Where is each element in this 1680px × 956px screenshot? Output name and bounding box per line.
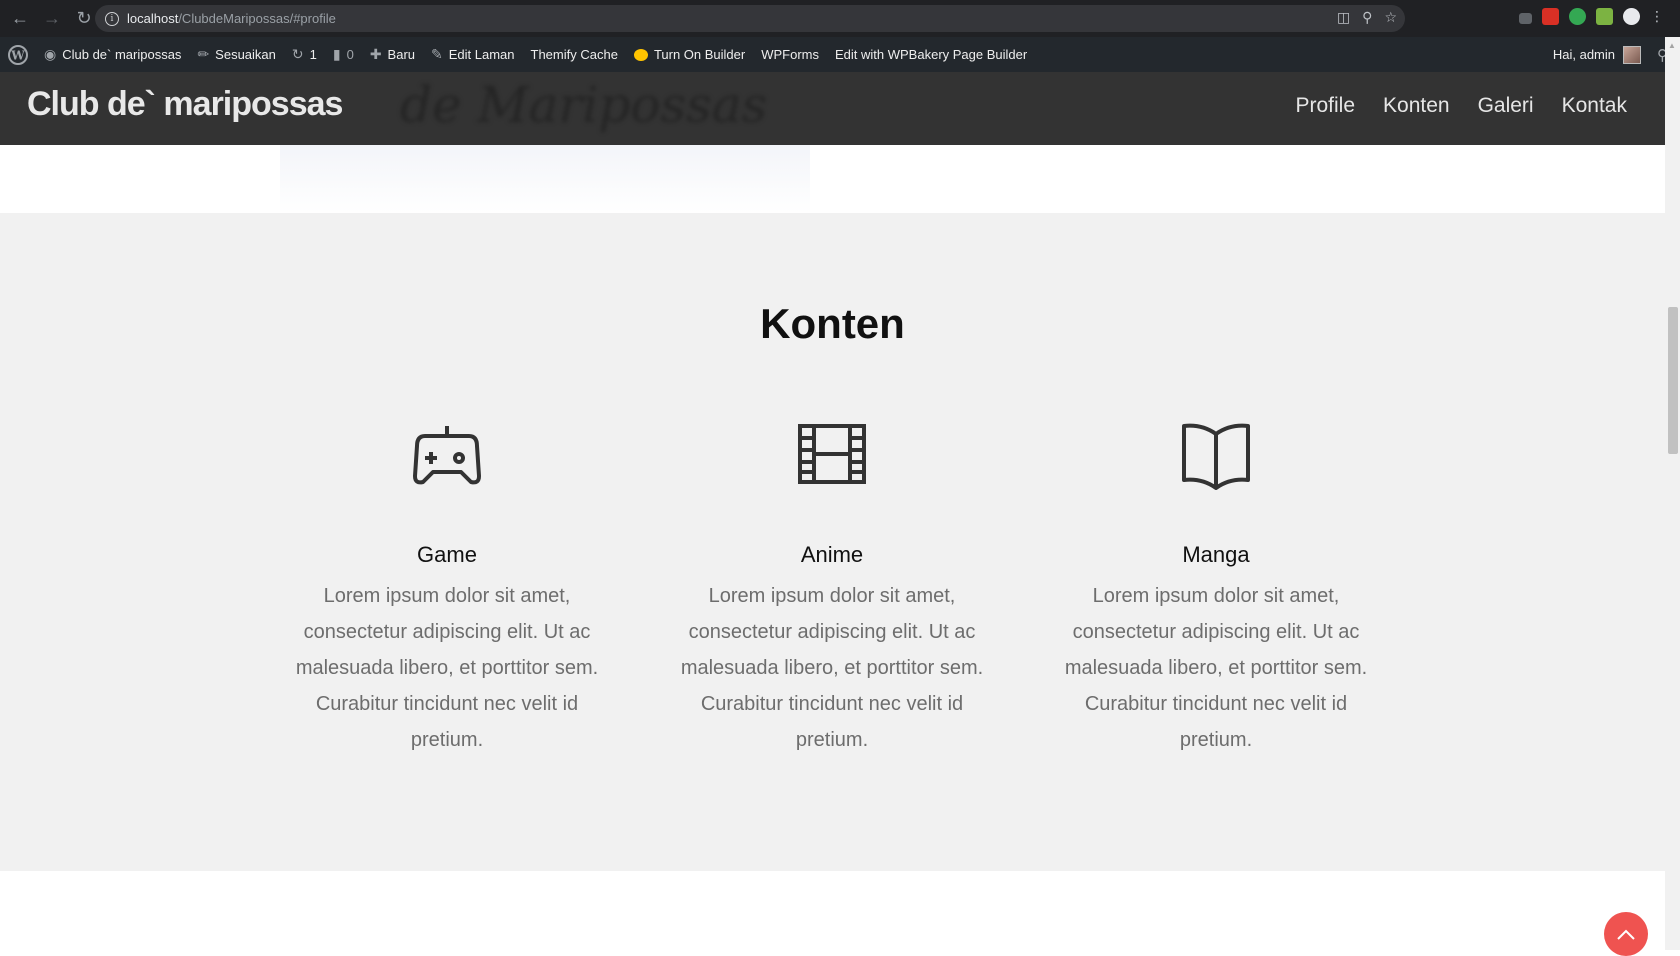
book-open-icon xyxy=(1180,418,1252,490)
adminbar-site-name[interactable]: ◉ Club de` maripossas xyxy=(36,37,189,72)
address-bar[interactable]: i localhost/ClubdeMaripossas/#profile ◫ … xyxy=(95,5,1405,32)
adminbar-wpbakery[interactable]: Edit with WPBakery Page Builder xyxy=(827,37,1035,72)
svg-text:W: W xyxy=(10,48,25,62)
card-title: Anime xyxy=(800,542,864,567)
nav-konten[interactable]: Konten xyxy=(1383,94,1450,118)
card-text: Lorem ipsum dolor sit amet, consectetur … xyxy=(680,585,984,751)
brush-icon: ✏ xyxy=(197,46,210,62)
url-host: localhost xyxy=(127,11,179,26)
adminbar-customize[interactable]: ✏ Sesuaikan xyxy=(189,37,283,72)
nav-kontak[interactable]: Kontak xyxy=(1562,94,1627,118)
adminbar-comments[interactable]: ▮ 0 xyxy=(325,37,362,72)
site-header: de Maripossas Club de` maripossas Profil… xyxy=(0,72,1665,145)
profile-section-end xyxy=(0,145,1665,213)
mail-extension-icon[interactable] xyxy=(1542,8,1559,25)
adminbar-turn-on-builder[interactable]: Turn On Builder xyxy=(626,37,753,72)
scrollbar-thumb[interactable] xyxy=(1668,307,1678,454)
card-text: Lorem ipsum dolor sit amet, consectetur … xyxy=(1064,585,1368,751)
wordpress-logo-icon[interactable]: W xyxy=(0,37,36,72)
dashboard-icon: ◉ xyxy=(44,46,57,62)
adminbar-wpforms[interactable]: WPForms xyxy=(753,37,827,72)
film-icon xyxy=(796,418,868,490)
site-info-icon[interactable]: i xyxy=(105,11,119,26)
pencil-icon: ✎ xyxy=(431,46,443,62)
adminbar-new[interactable]: ✚ Baru xyxy=(362,37,423,72)
gamepad-icon xyxy=(411,418,483,490)
translate-icon[interactable]: ◫ xyxy=(1337,9,1350,26)
nav-profile[interactable]: Profile xyxy=(1295,94,1355,118)
forward-icon[interactable]: → xyxy=(38,5,66,33)
chevron-up-icon xyxy=(1617,929,1635,940)
page-scrollbar[interactable]: ▲ xyxy=(1665,37,1680,950)
adminbar-updates[interactable]: ↻ 1 xyxy=(284,37,325,72)
builder-icon xyxy=(633,48,648,61)
back-icon[interactable]: ← xyxy=(6,5,34,33)
card-manga: Manga Lorem ipsum dolor sit amet, consec… xyxy=(1051,418,1381,758)
puzzle-extension-icon[interactable] xyxy=(1596,8,1613,25)
adminbar-edit-page[interactable]: ✎ Edit Laman xyxy=(423,37,523,72)
section-title: Konten xyxy=(760,300,905,347)
card-anime: Anime Lorem ipsum dolor sit amet, consec… xyxy=(667,418,997,758)
comment-icon: ▮ xyxy=(332,46,341,62)
konten-section: Konten Game Lorem ipsum dolor sit amet, … xyxy=(0,213,1665,871)
card-title: Game xyxy=(417,542,477,567)
adminbar-greeting[interactable]: Hai, admin xyxy=(1553,47,1615,62)
back-to-top-button[interactable] xyxy=(1604,912,1648,956)
site-title[interactable]: Club de` maripossas xyxy=(27,85,343,124)
green-extension-icon[interactable] xyxy=(1569,8,1586,25)
wp-admin-bar: W ◉ Club de` maripossas ✏ Sesuaikan ↻ 1 ▮ 0 … xyxy=(0,37,1680,72)
browser-menu-icon[interactable]: ⋮ xyxy=(1650,8,1664,25)
url-path: /ClubdeMaripossas/#profile xyxy=(178,11,336,26)
browser-toolbar: ← → ↻ i localhost/ClubdeMaripossas/#prof… xyxy=(0,0,1680,37)
background-logo-image: de Maripossas xyxy=(400,76,768,134)
scroll-up-arrow-icon[interactable]: ▲ xyxy=(1668,41,1676,50)
adminbar-themify-cache[interactable]: Themify Cache xyxy=(523,37,626,72)
camera-extension-icon[interactable] xyxy=(1519,12,1532,24)
profile-avatar-icon[interactable] xyxy=(1623,8,1640,25)
main-navigation: Profile Konten Galeri Kontak xyxy=(1295,94,1627,118)
card-game: Game Lorem ipsum dolor sit amet, consect… xyxy=(282,418,612,758)
plus-icon: ✚ xyxy=(369,46,382,62)
nav-galeri[interactable]: Galeri xyxy=(1478,94,1534,118)
zoom-icon[interactable]: ⚲ xyxy=(1362,9,1372,26)
updates-icon: ↻ xyxy=(291,46,304,62)
reload-icon[interactable]: ↻ xyxy=(70,5,98,33)
admin-avatar[interactable] xyxy=(1623,45,1641,64)
card-text: Lorem ipsum dolor sit amet, consectetur … xyxy=(295,585,599,751)
bookmark-star-icon[interactable]: ☆ xyxy=(1384,9,1397,26)
card-title: Manga xyxy=(1182,542,1250,567)
